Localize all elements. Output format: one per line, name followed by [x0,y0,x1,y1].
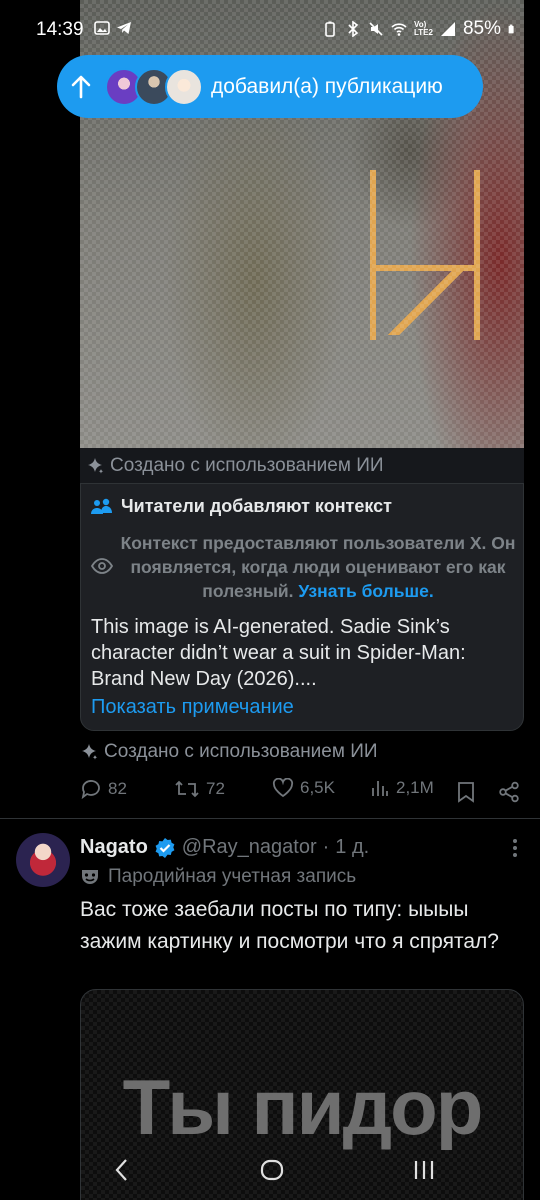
tweet-text: Вас тоже заебали посты по типу: ыыыы заж… [80,898,499,953]
ai-generated-label: Создано с использованием ИИ [80,448,524,484]
repost-button[interactable]: 72 [174,778,225,800]
sparkle-icon [88,458,104,474]
author-name[interactable]: Nagato [80,836,148,859]
views-icon [372,781,388,796]
author-handle[interactable]: @Ray_nagator [182,836,317,859]
ai-generated-label-bottom: Создано с использованием ИИ [80,741,378,763]
status-bar: 14:39 Vo) LTE2 85% [0,0,540,56]
share-icon[interactable] [498,781,520,803]
post-actions: 82 72 6,5K 2,1M [80,778,524,808]
signal-icon [440,22,455,36]
divider [0,818,540,819]
views-button[interactable]: 2,1M [370,778,434,798]
arrow-up-icon [71,75,91,98]
more-options-icon[interactable] [512,838,518,858]
eye-icon [91,558,113,574]
back-icon [115,1159,127,1181]
wifi-icon [391,23,407,36]
mask-icon [82,870,98,884]
home-icon [260,1159,284,1181]
like-button[interactable]: 6,5K [272,778,335,798]
avatar[interactable] [16,833,70,887]
bookmark-icon[interactable] [457,781,475,803]
pill-avatars [105,67,203,106]
status-time: 14:39 [36,19,84,40]
reply-button[interactable]: 82 [80,778,127,800]
reply-icon [81,780,100,800]
community-note[interactable]: Читатели добавляют контекст Контекст пре… [80,483,524,731]
community-note-body: This image is AI-generated. Sadie Sink’s… [91,616,466,690]
telegram-icon [117,22,131,34]
learn-more-link[interactable]: Узнать больше. [298,581,433,601]
bluetooth-icon [348,21,359,37]
views-count: 2,1M [396,778,434,797]
repost-count: 72 [206,779,225,798]
repost-icon [175,780,199,798]
parody-label: Пародийная учетная запись [80,866,356,888]
mute-icon [369,22,383,36]
sparkle-icon [82,744,98,760]
separator-dot: · [322,836,330,858]
pill-label: добавил(а) публикацию [211,74,443,98]
avatar [165,67,203,106]
back-button[interactable] [102,1154,142,1186]
battery-saver-icon [325,21,335,37]
people-icon [91,498,112,514]
post-time[interactable]: 1 д. [335,836,369,859]
new-posts-pill[interactable]: добавил(а) публикацию [57,55,483,118]
heart-icon [272,778,294,798]
community-note-title: Читатели добавляют контекст [121,496,392,516]
battery-icon [508,24,514,34]
home-button[interactable] [252,1154,292,1186]
system-nav-bar [0,1140,540,1200]
directors-chair [370,170,480,340]
tweet-header: Nagato @Ray_nagator · 1 д. [80,836,369,859]
recents-button[interactable] [404,1154,444,1186]
gallery-icon [94,21,110,35]
network-type: Vo) LTE2 [414,20,433,37]
battery-percent: 85% [462,18,501,39]
show-note-link[interactable]: Показать примечание [91,696,294,719]
reply-count: 82 [108,779,127,798]
verified-badge-icon [155,837,175,858]
like-count: 6,5K [300,778,335,797]
recents-icon [414,1161,434,1179]
